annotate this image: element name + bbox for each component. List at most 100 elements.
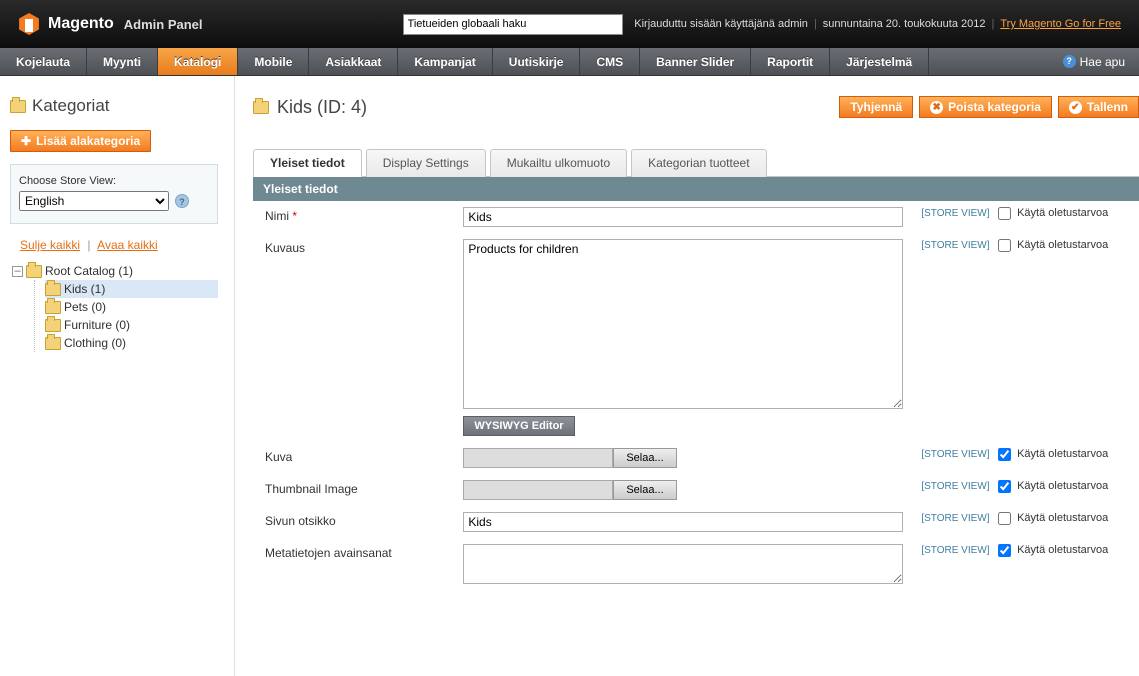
field-label: Sivun otsikko: [265, 514, 336, 528]
field-row-name: Nimi * [STORE VIEW] Käytä oletustarvoa: [253, 201, 1139, 233]
scope-label: [STORE VIEW]: [921, 513, 989, 524]
scope-label: [STORE VIEW]: [921, 545, 989, 556]
separator: |: [992, 18, 995, 30]
nav-item-katalogi[interactable]: Katalogi: [158, 48, 238, 75]
nav-help[interactable]: ? Hae apu: [1049, 48, 1139, 75]
nav-item-raportit[interactable]: Raportit: [751, 48, 830, 75]
scope-label: [STORE VIEW]: [921, 481, 989, 492]
delete-icon: ✖: [930, 101, 943, 114]
use-default-label: Käytä oletustarvoa: [1017, 480, 1108, 492]
folder-icon: [253, 101, 269, 114]
separator: |: [814, 18, 817, 30]
field-row-image: Kuva Selaa... [STORE VIEW] Käytä oletust…: [253, 442, 1139, 474]
save-category-button[interactable]: ✔Tallenn: [1058, 96, 1139, 118]
tree-node[interactable]: Clothing (0): [45, 334, 218, 352]
nav-item-asiakkaat[interactable]: Asiakkaat: [309, 48, 398, 75]
separator: |: [87, 238, 90, 252]
use-default-checkbox[interactable]: [998, 239, 1011, 252]
meta-keywords-textarea[interactable]: [463, 544, 903, 584]
sidebar-header: Kategoriat: [10, 96, 218, 116]
tree-node-label: Pets (0): [64, 300, 106, 314]
scope-label: [STORE VIEW]: [921, 449, 989, 460]
wysiwyg-button[interactable]: WYSIWYG Editor: [463, 416, 574, 436]
thumbnail-file-display: [463, 480, 613, 500]
form-table: Nimi * [STORE VIEW] Käytä oletustarvoa K…: [253, 201, 1139, 593]
nav-item-myynti[interactable]: Myynti: [87, 48, 158, 75]
page-actions: Tyhjennä ✖Poista kategoria ✔Tallenn: [839, 96, 1139, 118]
use-default-checkbox[interactable]: [998, 480, 1011, 493]
add-subcategory-button[interactable]: ✚ Lisää alakategoria: [10, 130, 151, 152]
field-row-thumbnail: Thumbnail Image Selaa... [STORE VIEW] Kä…: [253, 474, 1139, 506]
scope-label: [STORE VIEW]: [921, 240, 989, 251]
category-tree: – Root Catalog (1) Kids (1) Pets (0) Furni…: [12, 262, 218, 352]
collapse-toggle-icon[interactable]: –: [12, 266, 23, 277]
nav-item-uutiskirje[interactable]: Uutiskirje: [493, 48, 581, 75]
tab-bar: Yleiset tiedotDisplay SettingsMukailtu u…: [253, 148, 1139, 177]
tree-root-label: Root Catalog (1): [45, 264, 133, 278]
use-default-label: Käytä oletustarvoa: [1017, 512, 1108, 524]
collapse-all-link[interactable]: Sulje kaikki: [20, 238, 80, 252]
use-default-checkbox[interactable]: [998, 207, 1011, 220]
tree-node[interactable]: Kids (1): [45, 280, 218, 298]
logo: Magento Admin Panel: [18, 13, 203, 35]
field-row-page-title: Sivun otsikko [STORE VIEW] Käytä oletust…: [253, 506, 1139, 538]
tree-node-label: Clothing (0): [64, 336, 126, 350]
field-label: Nimi: [265, 209, 289, 223]
header-date: sunnuntaina 20. toukokuuta 2012: [823, 18, 986, 30]
use-default-label: Käytä oletustarvoa: [1017, 448, 1108, 460]
tree-node[interactable]: Furniture (0): [45, 316, 218, 334]
help-icon: ?: [1063, 55, 1076, 68]
field-row-description: Kuvaus Products for children WYSIWYG Edi…: [253, 233, 1139, 442]
description-textarea[interactable]: Products for children: [463, 239, 903, 409]
section-header: Yleiset tiedot: [253, 177, 1139, 201]
field-label: Kuva: [265, 450, 292, 464]
tree-root-node[interactable]: – Root Catalog (1): [12, 262, 218, 280]
magento-logo-icon: [18, 13, 40, 35]
folder-icon: [45, 319, 61, 332]
image-browse-button[interactable]: Selaa...: [613, 448, 676, 468]
tab-0[interactable]: Yleiset tiedot: [253, 149, 362, 177]
folder-icon: [45, 283, 61, 296]
sidebar-title: Kategoriat: [32, 96, 110, 116]
main-nav: KojelautaMyyntiKatalogiMobileAsiakkaatKa…: [0, 48, 1139, 76]
name-input[interactable]: [463, 207, 903, 227]
expand-all-link[interactable]: Avaa kaikki: [97, 238, 157, 252]
tree-controls: Sulje kaikki | Avaa kaikki: [20, 238, 218, 252]
tab-1[interactable]: Display Settings: [366, 149, 486, 177]
tab-2[interactable]: Mukailtu ulkomuoto: [490, 149, 627, 177]
global-search-input[interactable]: [403, 14, 623, 35]
reset-button[interactable]: Tyhjennä: [839, 96, 913, 118]
delete-category-button[interactable]: ✖Poista kategoria: [919, 96, 1052, 118]
nav-item-kojelauta[interactable]: Kojelauta: [0, 48, 87, 75]
tab-3[interactable]: Kategorian tuotteet: [631, 149, 766, 177]
nav-item-kampanjat[interactable]: Kampanjat: [398, 48, 492, 75]
tree-node-label: Furniture (0): [64, 318, 130, 332]
use-default-checkbox[interactable]: [998, 448, 1011, 461]
thumbnail-browse-button[interactable]: Selaa...: [613, 480, 676, 500]
logo-subtitle: Admin Panel: [124, 17, 203, 32]
nav-help-label: Hae apu: [1080, 48, 1125, 76]
nav-item-järjestelmä[interactable]: Järjestelmä: [830, 48, 929, 75]
add-subcategory-label: Lisää alakategoria: [36, 134, 140, 148]
store-view-box: Choose Store View: English ?: [10, 164, 218, 224]
promo-link[interactable]: Try Magento Go for Free: [1000, 18, 1121, 30]
page-title-input[interactable]: [463, 512, 903, 532]
tree-node[interactable]: Pets (0): [45, 298, 218, 316]
page-title: Kids (ID: 4): [277, 97, 367, 118]
use-default-label: Käytä oletustarvoa: [1017, 207, 1108, 219]
nav-item-mobile[interactable]: Mobile: [238, 48, 309, 75]
use-default-label: Käytä oletustarvoa: [1017, 544, 1108, 556]
use-default-checkbox[interactable]: [998, 512, 1011, 525]
page-header: Kids (ID: 4) Tyhjennä ✖Poista kategoria …: [253, 96, 1139, 118]
info-icon[interactable]: ?: [175, 194, 189, 208]
store-view-select[interactable]: English: [19, 191, 169, 211]
check-icon: ✔: [1069, 101, 1082, 114]
required-mark: *: [292, 209, 297, 223]
nav-item-banner slider[interactable]: Banner Slider: [640, 48, 751, 75]
main-content: Kids (ID: 4) Tyhjennä ✖Poista kategoria …: [234, 76, 1139, 676]
store-view-label: Choose Store View:: [19, 175, 209, 187]
logged-in-text: Kirjauduttu sisään käyttäjänä admin: [634, 18, 808, 30]
nav-item-cms[interactable]: CMS: [580, 48, 640, 75]
use-default-label: Käytä oletustarvoa: [1017, 239, 1108, 251]
use-default-checkbox[interactable]: [998, 544, 1011, 557]
